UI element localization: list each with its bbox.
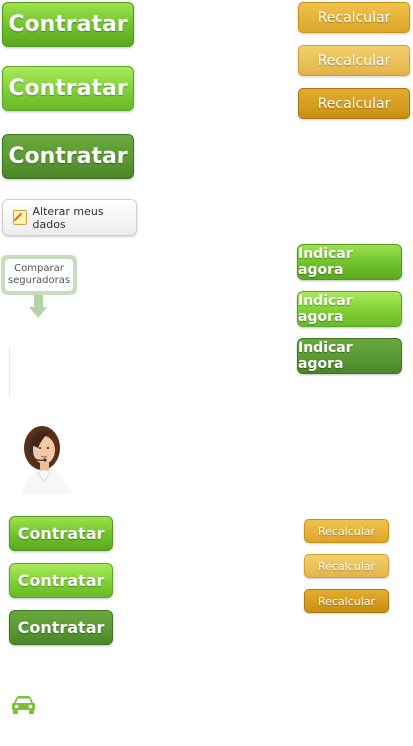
comparar-label-line2: seguradoras bbox=[7, 275, 71, 286]
contratar-button-hover[interactable]: Contratar bbox=[2, 66, 134, 111]
indicar-agora-button-active[interactable]: Indicar agora bbox=[297, 338, 402, 374]
support-agent-avatar bbox=[18, 420, 74, 494]
recalcular-button-hover[interactable]: Recalcular bbox=[298, 45, 410, 76]
pencil-icon bbox=[13, 210, 28, 225]
divider bbox=[9, 348, 10, 396]
alterar-meus-dados-label: Alterar meus dados bbox=[32, 204, 104, 231]
alterar-meus-dados-button[interactable]: Alterar meus dados bbox=[2, 199, 137, 236]
recalcular-small-button-active[interactable]: Recalcular bbox=[304, 589, 389, 613]
down-arrow-head bbox=[29, 307, 47, 318]
comparar-seguradoras-button[interactable]: Comparar seguradoras bbox=[1, 255, 77, 295]
down-arrow-icon bbox=[34, 295, 43, 307]
recalcular-button-active[interactable]: Recalcular bbox=[298, 88, 410, 119]
contratar-medium-button-active[interactable]: Contratar bbox=[9, 610, 113, 645]
contratar-medium-button-hover[interactable]: Contratar bbox=[9, 563, 113, 598]
indicar-agora-button-hover[interactable]: Indicar agora bbox=[297, 291, 402, 327]
recalcular-small-button-normal[interactable]: Recalcular bbox=[304, 519, 389, 543]
indicar-agora-button-normal[interactable]: Indicar agora bbox=[297, 244, 402, 280]
contratar-button-normal[interactable]: Contratar bbox=[2, 2, 134, 47]
contratar-button-active[interactable]: Contratar bbox=[2, 134, 134, 179]
contratar-medium-button-normal[interactable]: Contratar bbox=[9, 516, 113, 551]
recalcular-button-normal[interactable]: Recalcular bbox=[298, 2, 410, 33]
car-icon bbox=[11, 694, 36, 716]
recalcular-small-button-hover[interactable]: Recalcular bbox=[304, 554, 389, 578]
comparar-label-line1: Comparar bbox=[14, 263, 64, 274]
